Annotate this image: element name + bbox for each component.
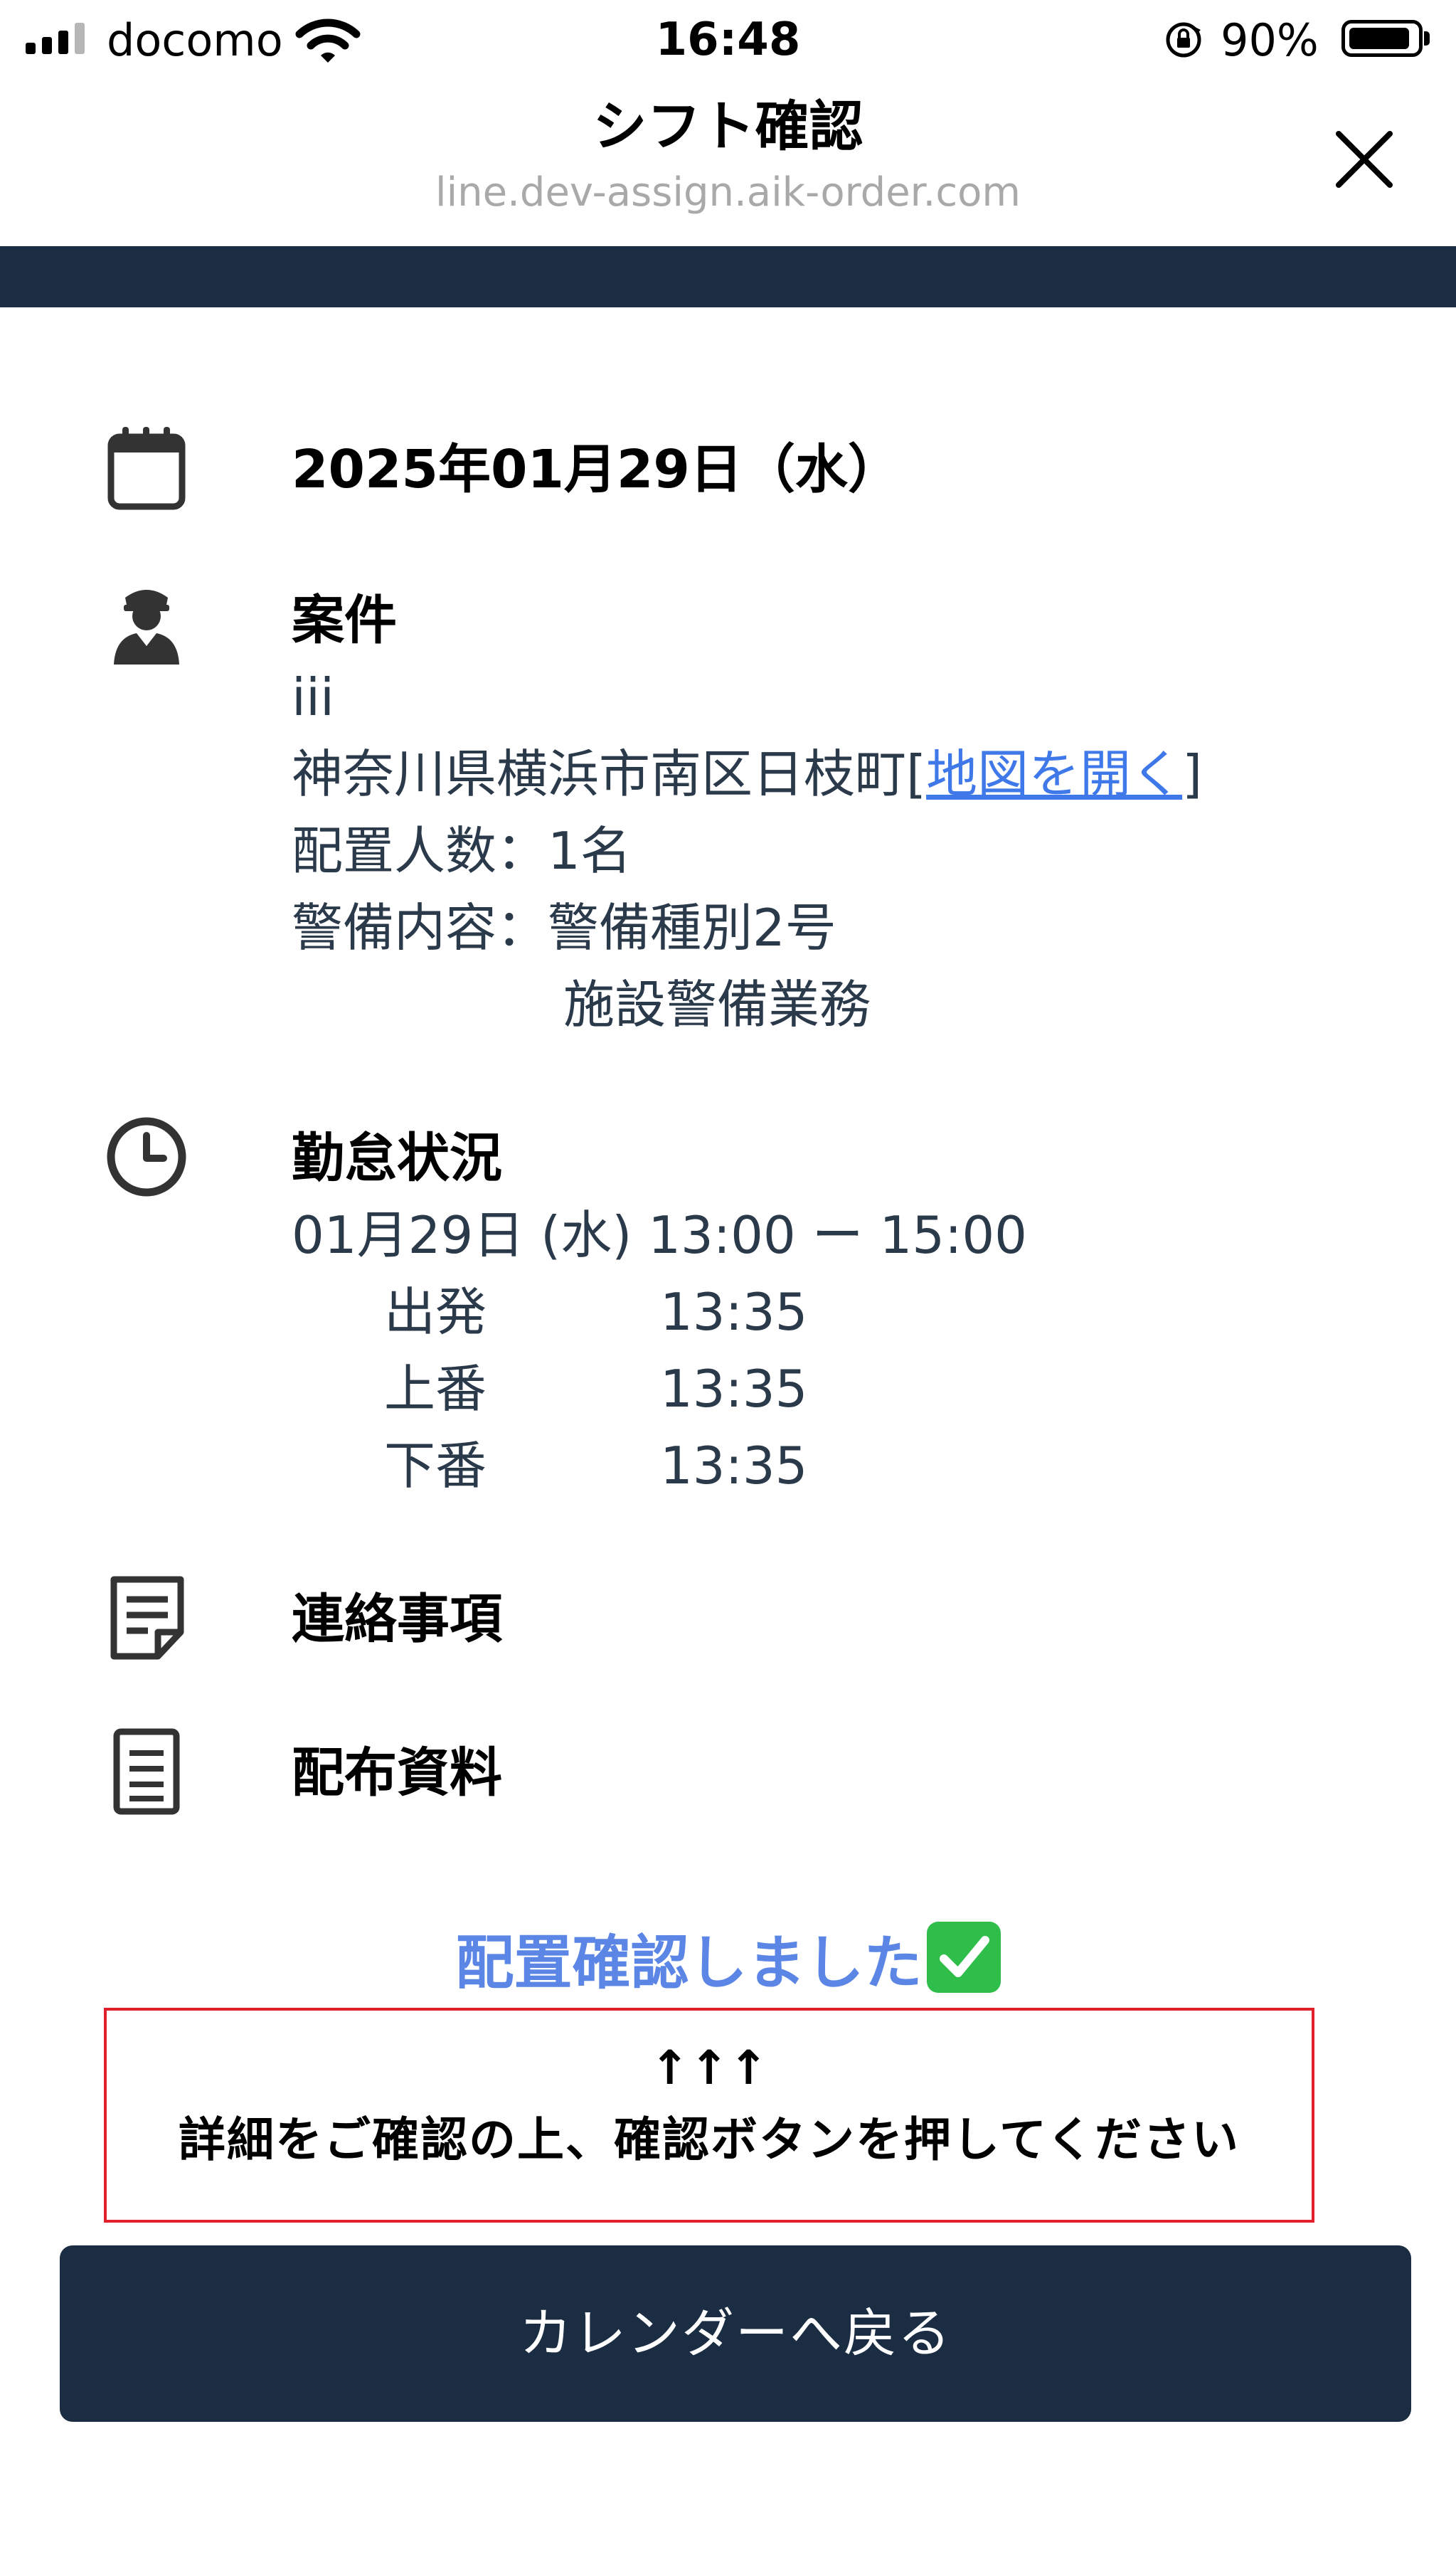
notes-icon [110, 1576, 184, 1660]
calendar-icon [107, 427, 186, 510]
project-heading: 案件 [292, 590, 397, 651]
off-duty-time: 13:35 [660, 1436, 808, 1496]
shift-date: 2025年01月29日（水） [292, 439, 900, 500]
attendance-schedule: 01月29日 (水) 13:00 ー 15:00 [292, 1205, 1027, 1265]
battery-tip [1424, 31, 1430, 46]
battery-level [1349, 28, 1409, 49]
on-duty-label: 上番 [384, 1359, 487, 1419]
project-name: iii [292, 667, 335, 727]
status-bar: docomo 16:48 90% [0, 0, 1456, 77]
battery-icon [1341, 20, 1423, 57]
back-to-calendar-button[interactable]: カレンダーへ戻る [60, 2245, 1411, 2422]
guard-content-detail: 施設警備業務 [563, 975, 871, 1034]
departure-label: 出発 [384, 1282, 487, 1342]
notes-heading: 連絡事項 [292, 1589, 502, 1650]
close-icon[interactable] [1329, 124, 1400, 195]
staff-count: 配置人数：1名 [292, 821, 632, 881]
confirmation-status: 配置確認しました [0, 1921, 1456, 2006]
notice-instruction: 詳細をご確認の上、確認ボタンを押してください [178, 2112, 1240, 2167]
page-title: シフト確認 [593, 95, 863, 158]
open-map-link[interactable]: 地図を開く [926, 744, 1182, 804]
app-top-bar [0, 246, 1456, 307]
attendance-heading: 勤怠状況 [292, 1128, 502, 1189]
security-guard-icon [114, 590, 179, 665]
guard-content: 警備内容：警備種別2号 [292, 898, 836, 958]
on-duty-time: 13:35 [660, 1359, 808, 1419]
departure-time: 13:35 [660, 1282, 808, 1342]
map-bracket-open: [ [906, 744, 927, 804]
notice-arrows: ↑↑↑ [650, 2040, 768, 2095]
clock-icon [107, 1117, 186, 1197]
map-bracket-close: ] [1182, 744, 1203, 804]
project-address: 神奈川県横浜市南区日枝町 [292, 744, 907, 804]
check-mark-icon [926, 1922, 1001, 1993]
page-url: line.dev-assign.aik-order.com [435, 169, 1021, 216]
confirmation-notice: ↑↑↑ 詳細をご確認の上、確認ボタンを押してください [104, 2008, 1314, 2223]
project-address-line: 神奈川県横浜市南区日枝町[地図を開く] [292, 736, 1202, 812]
document-icon [113, 1728, 180, 1815]
orientation-lock-icon [1166, 22, 1201, 58]
off-duty-label: 下番 [384, 1436, 487, 1496]
battery-percent: 90% [1221, 14, 1319, 66]
documents-heading: 配布資料 [292, 1742, 502, 1804]
confirmation-status-text: 配置確認しました [455, 1930, 923, 1997]
browser-header: シフト確認 line.dev-assign.aik-order.com [0, 77, 1456, 246]
